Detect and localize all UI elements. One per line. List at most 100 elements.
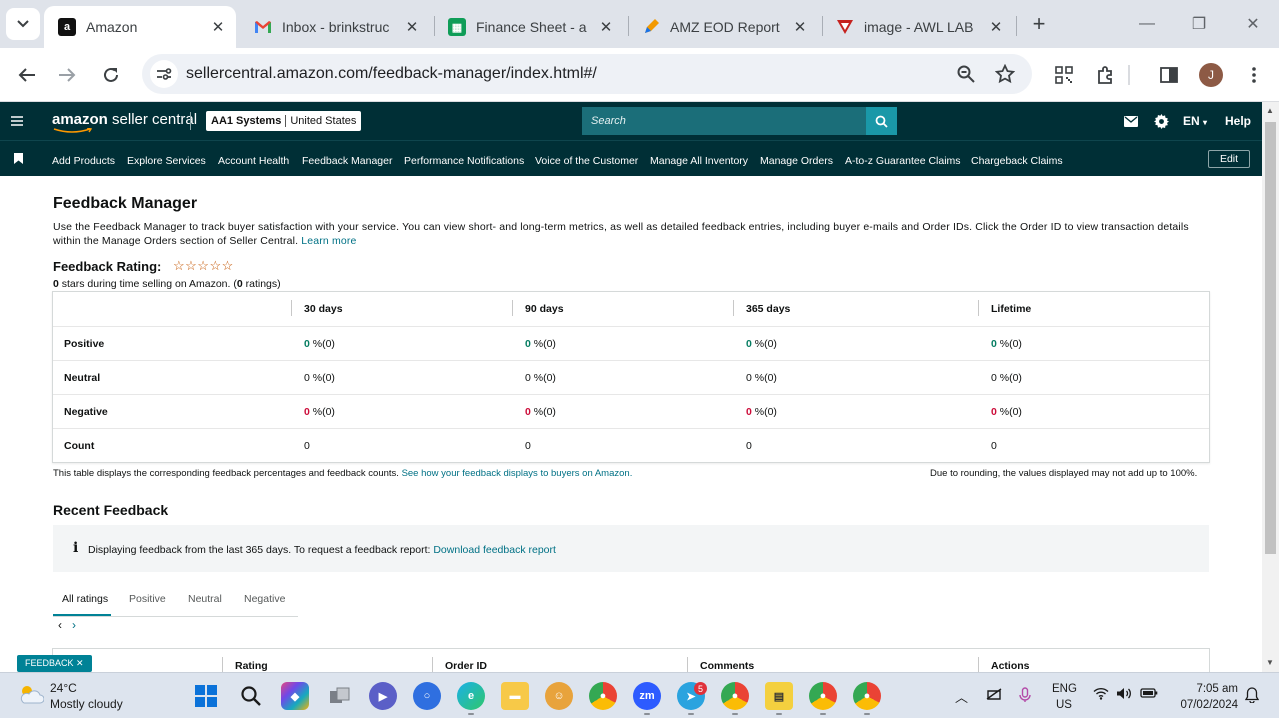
- cloudy-weather-icon[interactable]: [18, 683, 44, 705]
- chrome-profile-other-icon[interactable]: ●: [853, 682, 881, 710]
- network-off-icon[interactable]: [985, 687, 1003, 704]
- scroll-up-icon[interactable]: ▲: [1266, 106, 1274, 115]
- tab-amz-eod-report[interactable]: AMZ EOD Report ✕: [628, 6, 818, 48]
- scroll-down-icon[interactable]: ▼: [1266, 658, 1274, 667]
- language-selector[interactable]: EN ▾: [1183, 114, 1207, 128]
- nav-chargeback-claims[interactable]: Chargeback Claims: [971, 155, 1063, 167]
- zoom-icon[interactable]: [954, 62, 978, 86]
- help-link[interactable]: Help: [1225, 114, 1251, 128]
- nav-manage-orders[interactable]: Manage Orders: [760, 155, 833, 167]
- nav-voice-of-customer[interactable]: Voice of the Customer: [535, 155, 638, 167]
- column-header-order-id[interactable]: Order ID: [445, 660, 487, 672]
- seller-search-input[interactable]: [582, 107, 866, 135]
- address-bar[interactable]: sellercentral.amazon.com/feedback-manage…: [142, 54, 1032, 94]
- learn-more-link[interactable]: Learn more: [301, 235, 356, 247]
- copilot-icon[interactable]: ◆: [281, 682, 309, 710]
- chrome-profile-icon[interactable]: ●: [721, 682, 749, 710]
- file-explorer-icon[interactable]: ▬: [501, 682, 529, 710]
- nav-explore-services[interactable]: Explore Services: [127, 155, 206, 167]
- column-header-actions[interactable]: Actions: [991, 660, 1030, 672]
- tab-finance-sheet[interactable]: ▦ Finance Sheet - a ✕: [434, 6, 624, 48]
- chrome-icon[interactable]: ●: [589, 682, 617, 710]
- windows-start-icon[interactable]: [192, 682, 220, 710]
- pager-prev-icon[interactable]: ‹: [58, 618, 62, 632]
- tab-search-button[interactable]: [6, 8, 40, 40]
- column-header-rating[interactable]: Rating: [235, 660, 268, 672]
- column-header-comments[interactable]: Comments: [700, 660, 754, 672]
- profile-avatar[interactable]: J: [1199, 63, 1223, 87]
- seller-central-logo[interactable]: amazon seller central: [52, 111, 197, 133]
- side-panel-icon[interactable]: [1157, 63, 1181, 87]
- tab-amazon[interactable]: a Amazon ✕: [44, 6, 236, 48]
- account-switcher[interactable]: AA1 Systems United States: [206, 111, 362, 131]
- qr-code-icon[interactable]: [1052, 63, 1076, 87]
- sticky-notes-icon[interactable]: ▤: [765, 682, 793, 710]
- close-window-button[interactable]: ✕: [1238, 12, 1268, 36]
- back-button[interactable]: [12, 60, 42, 90]
- bookmark-star-icon[interactable]: [993, 62, 1017, 86]
- hamburger-menu-icon[interactable]: [10, 112, 28, 130]
- search-button[interactable]: [866, 107, 897, 135]
- weather-description[interactable]: Mostly cloudy: [50, 697, 123, 711]
- new-tab-button[interactable]: +: [1026, 10, 1052, 38]
- input-region[interactable]: US: [1056, 699, 1072, 711]
- feedback-display-link[interactable]: See how your feedback displays to buyers…: [402, 468, 633, 479]
- tab-all-ratings[interactable]: All ratings: [62, 593, 108, 605]
- scrollbar-thumb[interactable]: [1265, 122, 1276, 554]
- zoom-app-icon[interactable]: zm: [633, 682, 661, 710]
- game-app-icon[interactable]: ☺: [545, 682, 573, 710]
- nav-performance-notifications[interactable]: Performance Notifications: [404, 155, 524, 167]
- nav-feedback-manager[interactable]: Feedback Manager: [302, 155, 392, 167]
- restore-button[interactable]: ❐: [1184, 12, 1214, 36]
- forward-button[interactable]: [52, 60, 82, 90]
- edit-nav-button[interactable]: Edit: [1208, 150, 1250, 168]
- feedback-widget-button[interactable]: FEEDBACK ✕: [17, 655, 92, 672]
- download-report-link[interactable]: Download feedback report: [433, 544, 556, 556]
- extensions-puzzle-icon[interactable]: [1094, 63, 1118, 87]
- volume-icon[interactable]: [1116, 687, 1132, 703]
- nav-a-to-z-claims[interactable]: A-to-z Guarantee Claims: [845, 155, 961, 167]
- site-info-icon[interactable]: [150, 60, 178, 88]
- nav-add-products[interactable]: Add Products: [52, 155, 115, 167]
- teams-meet-icon[interactable]: ▶: [369, 682, 397, 710]
- tab-negative[interactable]: Negative: [244, 593, 285, 605]
- nav-manage-all-inventory[interactable]: Manage All Inventory: [650, 155, 748, 167]
- page-scrollbar[interactable]: ▲ ▼: [1262, 102, 1279, 672]
- active-tab-underline: [53, 614, 111, 616]
- edge-browser-icon[interactable]: e: [457, 682, 485, 710]
- nav-account-health[interactable]: Account Health: [218, 155, 289, 167]
- close-tab-icon[interactable]: ✕: [594, 15, 618, 39]
- chevron-up-icon[interactable]: ︿: [955, 687, 968, 706]
- task-view-icon[interactable]: [326, 682, 354, 710]
- tab-image-awl[interactable]: image - AWL LAB ✕: [822, 6, 1014, 48]
- signal-app-icon[interactable]: ○: [413, 682, 441, 710]
- close-tab-icon[interactable]: ✕: [206, 15, 230, 39]
- close-tab-icon[interactable]: ✕: [788, 15, 812, 39]
- tab-neutral[interactable]: Neutral: [188, 593, 222, 605]
- pager-next-icon[interactable]: ›: [72, 618, 76, 632]
- search-icon[interactable]: [237, 682, 265, 710]
- tab-positive[interactable]: Positive: [129, 593, 166, 605]
- chrome-menu-icon[interactable]: [1242, 63, 1266, 87]
- temperature[interactable]: 24°C: [50, 681, 77, 695]
- url-text[interactable]: sellercentral.amazon.com/feedback-manage…: [186, 65, 597, 83]
- chrome-profile-m-icon[interactable]: ●: [809, 682, 837, 710]
- rating-filter-tabs: All ratings Positive Neutral Negative: [53, 587, 298, 617]
- close-tab-icon[interactable]: ✕: [984, 15, 1008, 39]
- notification-bell-icon[interactable]: [1244, 687, 1260, 706]
- footnote-text: This table displays the corresponding fe…: [53, 468, 399, 479]
- system-clock[interactable]: 7:05 am: [1176, 683, 1238, 695]
- battery-icon[interactable]: [1140, 687, 1158, 702]
- system-date[interactable]: 07/02/2024: [1170, 699, 1238, 711]
- column-divider: [432, 657, 433, 672]
- input-language[interactable]: ENG: [1052, 683, 1077, 695]
- mail-icon[interactable]: [1123, 113, 1139, 129]
- wifi-icon[interactable]: [1093, 687, 1109, 703]
- bookmark-icon[interactable]: [14, 153, 23, 164]
- reload-button[interactable]: [96, 60, 126, 90]
- tab-gmail[interactable]: Inbox - brinkstruc ✕: [240, 6, 430, 48]
- settings-gear-icon[interactable]: [1153, 113, 1169, 129]
- minimize-button[interactable]: —: [1132, 12, 1162, 36]
- close-tab-icon[interactable]: ✕: [400, 15, 424, 39]
- microphone-icon[interactable]: [1019, 687, 1031, 706]
